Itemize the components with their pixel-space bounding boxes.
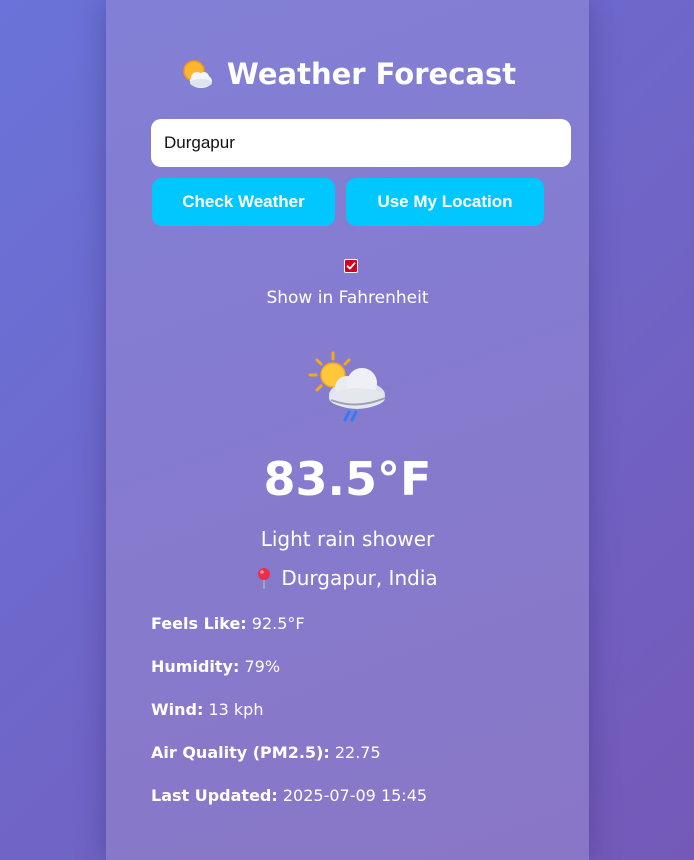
weather-card: Weather Forecast Check Weather Use My Lo…: [106, 0, 589, 860]
last-updated-row: Last Updated: 2025-07-09 15:45: [151, 786, 427, 805]
page-title: Weather Forecast: [226, 57, 517, 91]
detail-label: Wind:: [151, 700, 204, 719]
detail-value: 2025-07-09 15:45: [282, 786, 428, 805]
air-quality-row: Air Quality (PM2.5): 22.75: [151, 743, 381, 762]
feels-like-row: Feels Like: 92.5°F: [151, 614, 305, 633]
fahrenheit-checkbox[interactable]: [344, 259, 358, 273]
location-text: Durgapur, India: [281, 566, 438, 590]
checkmark-icon: [346, 262, 356, 270]
detail-label: Last Updated:: [151, 786, 278, 805]
use-my-location-button[interactable]: Use My Location: [346, 178, 544, 226]
wind-row: Wind: 13 kph: [151, 700, 263, 719]
detail-value: 79%: [244, 657, 281, 676]
detail-value: 92.5°F: [251, 614, 305, 633]
detail-label: Feels Like:: [151, 614, 247, 633]
check-weather-button[interactable]: Check Weather: [152, 178, 335, 226]
app-header: Weather Forecast: [106, 52, 589, 96]
location: Durgapur, India: [106, 566, 589, 590]
sun-behind-rain-cloud-icon: [307, 350, 389, 426]
detail-label: Air Quality (PM2.5):: [151, 743, 330, 762]
temperature-value: 83.5°F: [263, 452, 432, 506]
detail-value: 22.75: [334, 743, 381, 762]
city-search-input[interactable]: [151, 119, 571, 167]
fahrenheit-label: Show in Fahrenheit: [266, 288, 429, 308]
sun-behind-cloud-icon: [179, 56, 215, 92]
detail-value: 13 kph: [208, 700, 264, 719]
humidity-row: Humidity: 79%: [151, 657, 280, 676]
pin-icon: [257, 567, 271, 589]
weather-condition: Light rain shower: [260, 527, 435, 551]
page: { "header": { "title": "Weather Forecast…: [0, 0, 694, 860]
detail-label: Humidity:: [151, 657, 240, 676]
